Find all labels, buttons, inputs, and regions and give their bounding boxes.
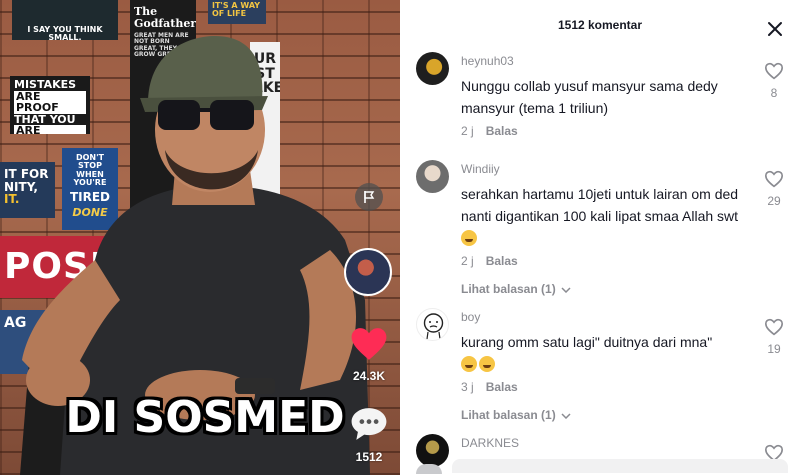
comment-username[interactable]: heynuh03 (461, 54, 514, 68)
heart-outline-icon (764, 170, 784, 188)
laughing-crying-emoji-icon (461, 356, 477, 372)
comment-meta: 2 j Balas (461, 254, 518, 268)
comment-like-count: 29 (767, 194, 781, 208)
comment-text: Nunggu collab yusuf mansyur sama dedy ma… (461, 78, 718, 116)
avatar[interactable] (416, 308, 449, 341)
chevron-down-icon (561, 413, 571, 419)
avatar[interactable] (416, 160, 449, 193)
comment-item: heynuh03 Nunggu collab yusuf mansyur sam… (400, 52, 800, 152)
pleading-face-emoji-icon (461, 230, 477, 246)
comment-time: 3 j (461, 380, 474, 394)
comment-bubble-icon (351, 408, 387, 440)
comment-text: serahkan hartamu 10jeti untuk lairan om … (461, 183, 751, 249)
view-replies-button[interactable]: Lihat balasan (1) (461, 408, 571, 422)
chevron-down-icon (561, 287, 571, 293)
comment-username[interactable]: boy (461, 310, 480, 324)
comments-panel: 1512 komentar heynuh03 Nunggu collab yus… (400, 4, 800, 475)
comment-button[interactable] (348, 406, 390, 447)
comment-meta: 3 j Balas (461, 380, 518, 394)
comment-item: boy kurang omm satu lagi" duitnya dari m… (400, 308, 800, 428)
comment-text: kurang omm satu lagi" duitnya dari mna" (461, 331, 751, 375)
comment-like-button[interactable]: 19 (762, 318, 786, 356)
comment-username[interactable]: Windiiy (461, 162, 500, 176)
report-flag-button[interactable] (355, 183, 383, 211)
comment-like-count: 8 (770, 86, 778, 100)
avatar[interactable] (416, 434, 449, 467)
avatar (416, 464, 442, 474)
creator-avatar-button[interactable] (344, 248, 392, 296)
comments-header: 1512 komentar (400, 4, 800, 46)
reply-button[interactable]: Balas (486, 380, 518, 394)
avatar[interactable] (416, 52, 449, 85)
view-replies-button[interactable]: Lihat balasan (1) (461, 282, 571, 296)
video-player[interactable]: I SAY YOU THINK SMALL. The Godfather GRE… (0, 0, 400, 475)
heart-outline-icon (764, 318, 784, 336)
flag-icon (364, 191, 375, 203)
comment-time: 2 j (461, 254, 474, 268)
close-icon[interactable] (766, 20, 784, 38)
reply-button[interactable]: Balas (486, 124, 518, 138)
heart-outline-icon (764, 62, 784, 80)
comment-count: 1512 (355, 450, 383, 464)
comment-input[interactable] (452, 459, 788, 473)
sad-face-avatar-icon (423, 313, 444, 340)
comment-username[interactable]: DARKNES (461, 436, 519, 450)
comment-time: 2 j (461, 124, 474, 138)
comment-like-button[interactable]: 29 (762, 170, 786, 208)
comment-like-button[interactable]: 8 (762, 62, 786, 100)
laughing-crying-emoji-icon (479, 356, 495, 372)
comment-item: Windiiy serahkan hartamu 10jeti untuk la… (400, 160, 800, 300)
comment-like-count: 19 (767, 342, 781, 356)
like-button[interactable] (348, 326, 390, 367)
heart-icon (351, 328, 387, 360)
video-caption: DI SOSMED (65, 392, 345, 443)
like-count: 24.3K (352, 369, 386, 383)
reply-button[interactable]: Balas (486, 254, 518, 268)
comments-title: 1512 komentar (557, 18, 643, 32)
comment-meta: 2 j Balas (461, 124, 518, 138)
